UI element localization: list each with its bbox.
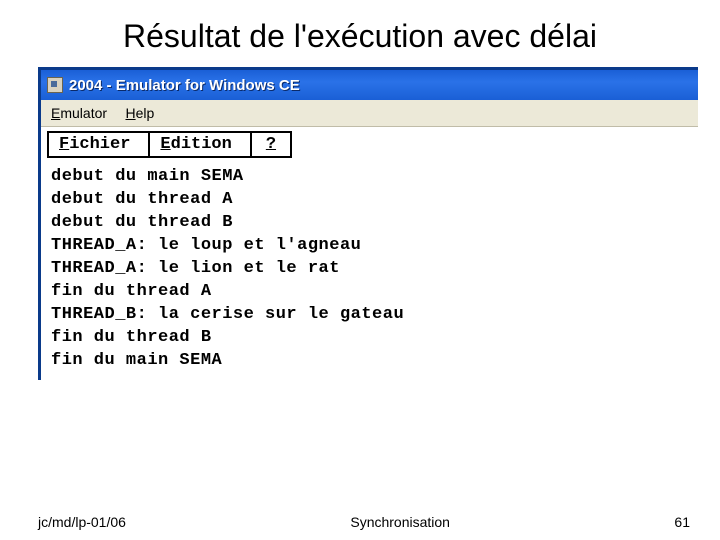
menu-fichier-mnemonic: F — [59, 135, 69, 154]
menu-emulator-mnemonic: E — [51, 105, 60, 121]
menu-edition-rest: dition — [171, 135, 232, 154]
footer-page-number: 61 — [674, 514, 690, 530]
menu-help-label: elp — [136, 105, 155, 121]
emulator-window: 2004 - Emulator for Windows CE Emulator … — [38, 67, 698, 380]
window-title-text: 2004 - Emulator for Windows CE — [69, 77, 300, 94]
slide-title: Résultat de l'exécution avec délai — [0, 0, 720, 67]
app-menubar: Fichier Edition ? — [47, 131, 292, 158]
emulator-menubar: Emulator Help — [41, 100, 698, 127]
menu-emulator[interactable]: Emulator — [47, 103, 117, 123]
menu-fichier-rest: ichier — [69, 135, 130, 154]
footer-center: Synchronisation — [126, 514, 674, 530]
menu-fichier[interactable]: Fichier — [49, 133, 150, 156]
menu-emulator-label: mulator — [60, 105, 107, 121]
system-menu-icon[interactable] — [47, 77, 63, 93]
menu-help[interactable]: Help — [121, 103, 164, 123]
menu-edition-mnemonic: E — [160, 135, 170, 154]
menu-question-label: ? — [266, 135, 276, 154]
menu-edition[interactable]: Edition — [150, 133, 251, 156]
menu-help-mnemonic: H — [125, 105, 135, 121]
footer-left: jc/md/lp-01/06 — [38, 514, 126, 530]
menu-help-question[interactable]: ? — [252, 133, 290, 156]
console-output: debut du main SEMA debut du thread A deb… — [41, 158, 698, 380]
slide-footer: jc/md/lp-01/06 Synchronisation 61 — [0, 514, 720, 530]
window-titlebar[interactable]: 2004 - Emulator for Windows CE — [41, 70, 698, 100]
